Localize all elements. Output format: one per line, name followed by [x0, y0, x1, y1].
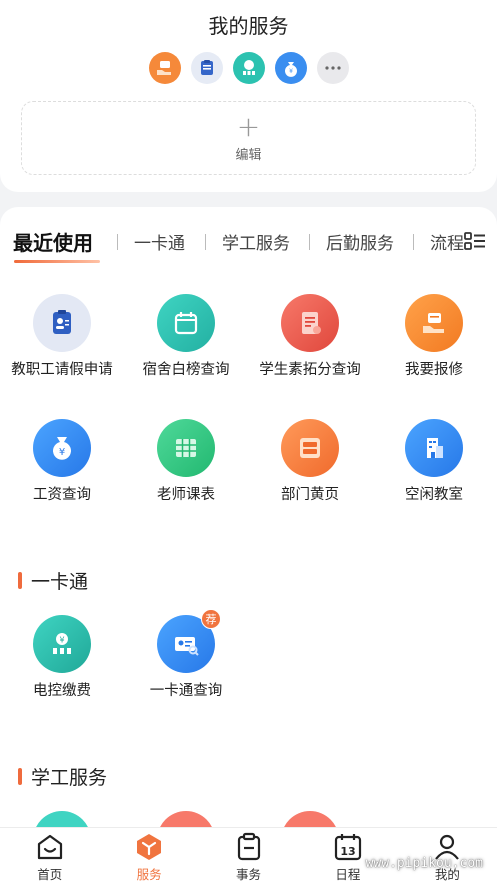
- app-partial[interactable]: [0, 811, 124, 827]
- app-label: 教职工请假申请: [11, 362, 113, 378]
- money-bag-icon: ¥: [33, 419, 91, 477]
- app-salary[interactable]: ¥ 工资查询: [0, 419, 124, 505]
- notebook-icon: [281, 294, 339, 352]
- watermark: www.pipikou.com: [365, 856, 483, 871]
- power-coin-icon[interactable]: [232, 52, 265, 84]
- timetable-icon: [157, 419, 215, 477]
- my-services-card: 我的服务 ¥ + 编辑: [0, 0, 497, 192]
- tab-campus-card[interactable]: 一卡通: [134, 229, 185, 254]
- app-dorm-list[interactable]: 宿舍白榜查询: [124, 294, 248, 380]
- power-coin-icon: ¥: [33, 615, 91, 673]
- recommend-badge: 荐: [201, 609, 221, 629]
- section-campus-card-title: 一卡通: [18, 567, 88, 594]
- repair-hand-icon: [405, 294, 463, 352]
- nav-service[interactable]: 服务: [99, 828, 198, 883]
- app-label: 学生素拓分查询: [259, 362, 361, 378]
- app-label: 我要报修: [405, 362, 463, 378]
- nav-label: 首页: [37, 867, 63, 882]
- nav-label: 事务: [236, 867, 262, 882]
- section-bar: [18, 572, 22, 589]
- app-label: 老师课表: [157, 487, 215, 503]
- nav-home[interactable]: 首页: [0, 828, 99, 883]
- tab-student-affairs[interactable]: 学工服务: [222, 229, 290, 254]
- all-categories-icon[interactable]: [463, 231, 487, 255]
- section-title-text: 一卡通: [31, 571, 89, 593]
- tab-logistics[interactable]: 后勤服务: [326, 229, 394, 254]
- app-partial[interactable]: [248, 811, 372, 827]
- app-label: 宿舍白榜查询: [142, 362, 230, 378]
- app-icon-partial: [281, 811, 339, 827]
- tab-workflow[interactable]: 流程: [430, 229, 464, 254]
- more-icon[interactable]: [316, 52, 349, 84]
- category-tabs: 最近使用 一卡通 学工服务 后勤服务 流程: [0, 229, 497, 269]
- service-cube-icon: [137, 834, 162, 860]
- bottom-nav: 首页 服务 事务 13 日程 我的: [0, 827, 497, 883]
- active-tab-indicator: [14, 260, 100, 263]
- edit-label: 编辑: [235, 147, 262, 163]
- id-card-icon[interactable]: [190, 52, 223, 84]
- section-title-text: 学工服务: [31, 767, 108, 789]
- tab-divider: [309, 234, 310, 250]
- app-label: 一卡通查询: [149, 683, 223, 699]
- app-partial[interactable]: [124, 811, 248, 827]
- tab-divider: [117, 234, 118, 250]
- app-label: 工资查询: [33, 487, 91, 503]
- svg-text:¥: ¥: [59, 447, 65, 458]
- app-label: 电控缴费: [33, 683, 91, 699]
- plus-icon: +: [236, 109, 261, 143]
- app-yellow-pages[interactable]: 部门黄页: [248, 419, 372, 505]
- home-icon: [37, 834, 62, 860]
- svg-text:¥: ¥: [59, 636, 64, 645]
- services-card: 最近使用 一卡通 学工服务 后勤服务 流程 教职工请假申请 宿舍白榜查询 学生素…: [0, 207, 497, 827]
- section-student-affairs-title: 学工服务: [18, 763, 107, 790]
- quick-services-row: ¥: [0, 52, 497, 84]
- clipboard-icon: [237, 832, 260, 861]
- nav-label: 服务: [136, 867, 162, 882]
- calendar-day: 13: [340, 845, 355, 858]
- yellow-pages-icon: [281, 419, 339, 477]
- leave-request-icon: [33, 294, 91, 352]
- tab-divider: [205, 234, 206, 250]
- building-icon: [405, 419, 463, 477]
- app-teacher-timetable[interactable]: 老师课表: [124, 419, 248, 505]
- app-student-credits[interactable]: 学生素拓分查询: [248, 294, 372, 380]
- app-icon-partial: [157, 811, 215, 827]
- tab-divider: [413, 234, 414, 250]
- section-bar: [18, 768, 22, 785]
- page-title: 我的服务: [208, 14, 289, 38]
- svg-text:¥: ¥: [289, 68, 293, 75]
- app-label: 部门黄页: [281, 487, 339, 503]
- hand-receive-icon[interactable]: [148, 52, 181, 84]
- app-electricity-payment[interactable]: ¥ 电控缴费: [0, 615, 124, 701]
- tab-recent[interactable]: 最近使用: [13, 227, 93, 256]
- app-icon-partial: [33, 811, 91, 827]
- calendar-icon: [157, 294, 215, 352]
- money-bag-icon[interactable]: ¥: [274, 52, 307, 84]
- nav-label: 日程: [335, 867, 361, 882]
- edit-services-button[interactable]: + 编辑: [21, 101, 476, 175]
- app-campus-card-query[interactable]: 荐 一卡通查询: [124, 609, 248, 701]
- card-search-icon: 荐: [157, 609, 221, 673]
- nav-affairs[interactable]: 事务: [199, 828, 298, 883]
- app-leave-request[interactable]: 教职工请假申请: [0, 294, 124, 380]
- app-repair[interactable]: 我要报修: [372, 294, 496, 380]
- app-label: 空闲教室: [405, 487, 463, 503]
- calendar-13-icon: 13: [334, 834, 362, 861]
- app-free-classroom[interactable]: 空闲教室: [372, 419, 496, 505]
